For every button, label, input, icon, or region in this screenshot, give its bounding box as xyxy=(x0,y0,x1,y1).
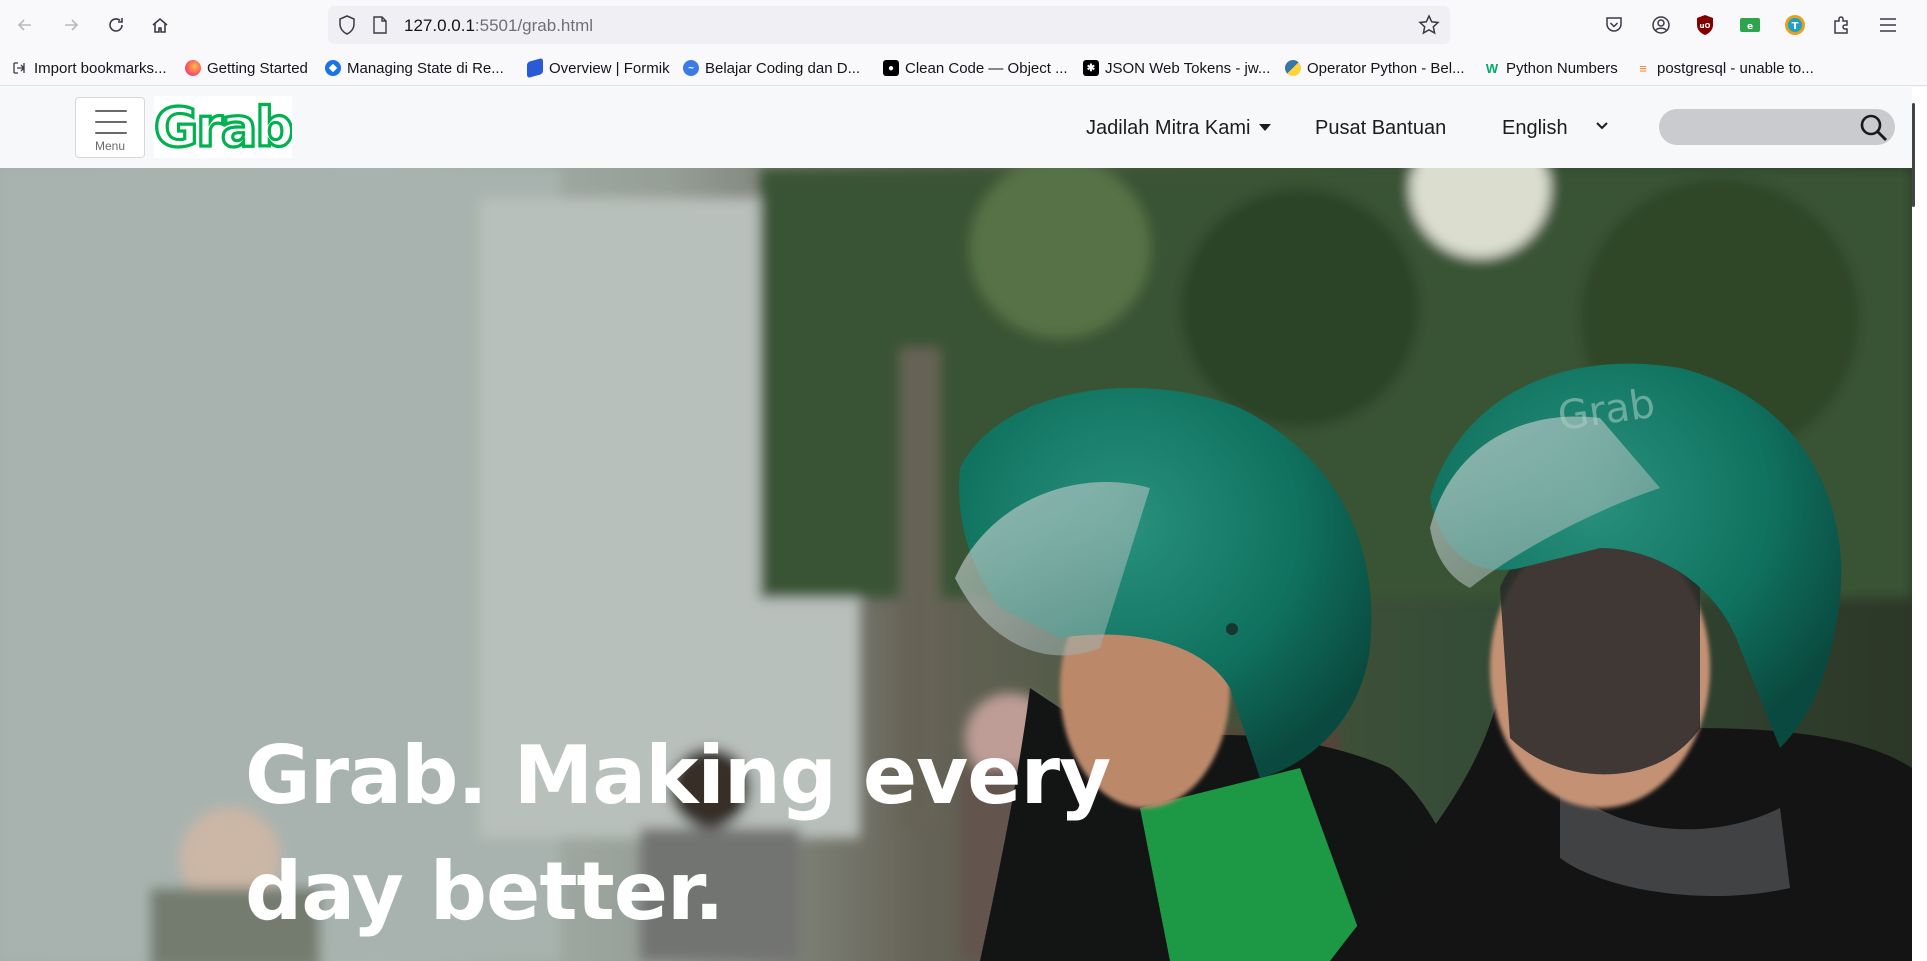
bookmark-item[interactable]: Getting Started xyxy=(185,58,308,78)
pocket-icon[interactable] xyxy=(1601,12,1627,38)
search-box[interactable] xyxy=(1659,109,1895,145)
bookmark-label: Overview | Formik xyxy=(549,59,670,77)
chevron-down-icon[interactable] xyxy=(1259,124,1271,131)
url-text[interactable]: 127.0.0.1:5501/grab.html xyxy=(404,16,593,36)
hero-banner: Grab Grab. Making every day better. xyxy=(0,168,1912,961)
bookmark-label: Getting Started xyxy=(207,59,308,77)
firefox-icon xyxy=(185,60,201,76)
svg-text:T: T xyxy=(1792,21,1799,32)
bookmark-label: Managing State di Re... xyxy=(347,59,504,77)
search-icon[interactable] xyxy=(1859,113,1889,141)
blue-diamond-icon xyxy=(325,60,341,76)
nav-label: Pusat Bantuan xyxy=(1315,117,1447,139)
url-path: :5501/grab.html xyxy=(474,16,594,35)
account-icon[interactable] xyxy=(1648,12,1674,38)
bookmark-item[interactable]: ~ Belajar Coding dan D... xyxy=(683,58,860,78)
url-host: 127.0.0.1 xyxy=(404,16,475,35)
bookmarks-toolbar: Import bookmarks... Getting Started Mana… xyxy=(0,50,1927,86)
bookmark-star-icon[interactable] xyxy=(1418,14,1440,36)
bookmark-item[interactable]: W Python Numbers xyxy=(1484,58,1618,78)
python-icon xyxy=(1285,60,1301,76)
w3schools-icon: W xyxy=(1485,60,1499,76)
svg-text:Grab: Grab xyxy=(154,96,292,158)
shield-icon[interactable] xyxy=(338,15,356,35)
bookmark-label: Clean Code — Object ... xyxy=(905,59,1068,77)
page-viewport: Menu Grab Jadilah Mitra Kami Pusat Bantu… xyxy=(0,87,1927,961)
back-icon[interactable] xyxy=(12,12,38,38)
grab-logo[interactable]: Grab xyxy=(154,96,292,158)
extensions-icon[interactable] xyxy=(1828,12,1854,38)
browser-toolbar: 127.0.0.1:5501/grab.html uO e T xyxy=(0,0,1927,50)
bookmark-item[interactable]: ● Clean Code — Object ... xyxy=(883,58,1068,78)
bookmark-item[interactable]: Overview | Formik xyxy=(527,57,670,79)
medium-icon: ● xyxy=(883,60,899,76)
bookmark-label: postgresql - unable to... xyxy=(1657,59,1814,77)
bookmark-label: Belajar Coding dan D... xyxy=(705,59,861,77)
hero-headline: Grab. Making every day better. xyxy=(245,729,1111,938)
ublock-icon[interactable]: uO xyxy=(1692,12,1718,38)
site-header: Menu Grab Jadilah Mitra Kami Pusat Bantu… xyxy=(0,87,1912,168)
stackoverflow-icon: ≡ xyxy=(1639,60,1647,76)
svg-text:uO: uO xyxy=(1700,22,1711,30)
reload-icon[interactable] xyxy=(103,12,129,38)
bookmark-label: Python Numbers xyxy=(1506,59,1618,77)
hamburger-menu-icon[interactable] xyxy=(1875,12,1901,38)
bookmark-item[interactable]: Managing State di Re... xyxy=(325,58,504,78)
scrollbar-thumb[interactable] xyxy=(1912,103,1915,207)
scrollbar[interactable] xyxy=(1912,87,1927,961)
nav-label: Jadilah Mitra Kami xyxy=(1086,117,1251,139)
language-chevron-icon[interactable] xyxy=(1596,122,1608,130)
menu-button[interactable]: Menu xyxy=(75,97,145,158)
formik-icon xyxy=(527,57,543,79)
blue-wave-icon: ~ xyxy=(683,60,699,76)
address-bar[interactable]: 127.0.0.1:5501/grab.html xyxy=(328,6,1450,44)
extension-t-icon[interactable]: T xyxy=(1782,12,1808,38)
language-selected: English xyxy=(1502,117,1568,139)
bookmark-item[interactable]: Operator Python - Bel... xyxy=(1285,58,1465,78)
bookmark-item[interactable]: Import bookmarks... xyxy=(12,58,167,78)
bookmark-label: Operator Python - Bel... xyxy=(1307,59,1465,77)
bookmark-label: JSON Web Tokens - jw... xyxy=(1105,59,1271,77)
home-icon[interactable] xyxy=(147,12,173,38)
import-icon xyxy=(12,60,28,76)
jwt-icon: ✱ xyxy=(1083,60,1099,76)
nav-jadilah-mitra-kami[interactable]: Jadilah Mitra Kami xyxy=(1086,117,1251,140)
page-icon[interactable] xyxy=(372,16,388,34)
language-select[interactable]: English xyxy=(1502,117,1568,140)
extension-green-icon[interactable]: e xyxy=(1737,12,1763,38)
svg-text:e: e xyxy=(1747,22,1753,32)
menu-label: Menu xyxy=(94,139,126,153)
bookmark-item[interactable]: ✱ JSON Web Tokens - jw... xyxy=(1083,58,1270,78)
search-input[interactable] xyxy=(1673,115,1853,139)
forward-icon[interactable] xyxy=(58,12,84,38)
nav-pusat-bantuan[interactable]: Pusat Bantuan xyxy=(1315,117,1446,140)
bookmark-label: Import bookmarks... xyxy=(34,59,167,77)
bookmark-item[interactable]: ≡ postgresql - unable to... xyxy=(1635,58,1814,78)
